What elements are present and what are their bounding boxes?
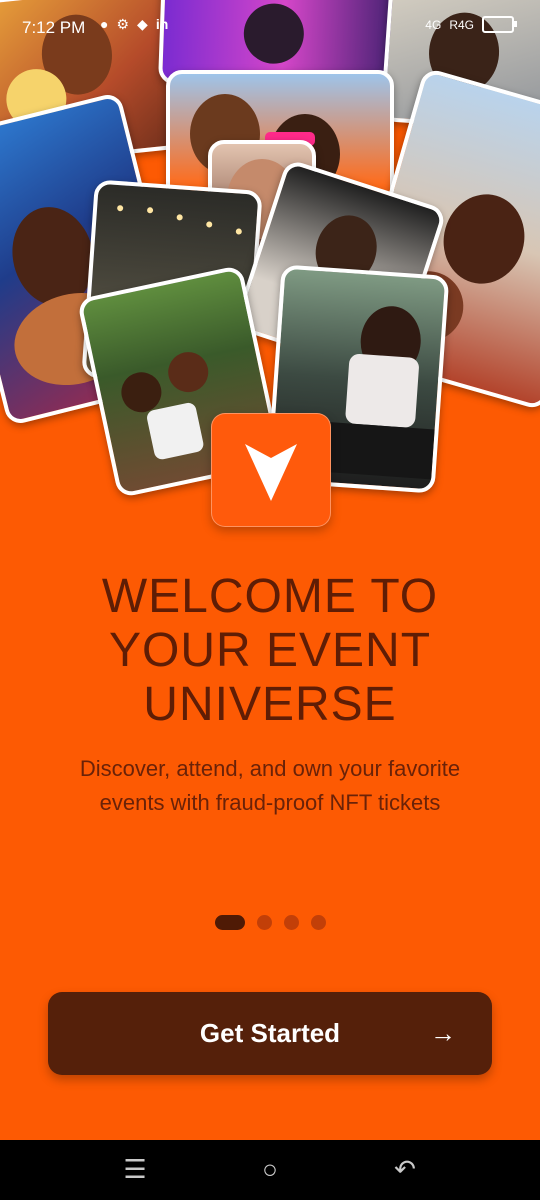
settings-icon: ⚙ bbox=[116, 16, 130, 32]
menu-icon[interactable]: ☰ bbox=[115, 1154, 155, 1185]
welcome-subtitle: Discover, attend, and own your favorite … bbox=[79, 756, 461, 815]
notification-icons: ● ⚙ ◆ in bbox=[100, 16, 168, 33]
system-status-icons: 4G R4G bbox=[425, 16, 517, 33]
title-line-1: WELCOME TO bbox=[101, 570, 439, 623]
back-icon[interactable]: ↶ bbox=[385, 1154, 425, 1185]
binance-icon: ◆ bbox=[137, 16, 148, 32]
system-navigation-bar: ☰ ○ ↶ bbox=[0, 1140, 540, 1200]
title-line-3: UNIVERSE bbox=[143, 678, 397, 731]
status-bar: 7:12 PM ● ⚙ ◆ in 4G R4G bbox=[0, 0, 540, 56]
page-dot[interactable] bbox=[283, 915, 299, 930]
page-dot[interactable] bbox=[256, 915, 272, 930]
person-icon: ● bbox=[100, 16, 109, 32]
page-dot-active[interactable] bbox=[214, 915, 245, 930]
get-started-label: Get Started bbox=[199, 1018, 341, 1048]
arrow-down-logo-icon bbox=[245, 444, 297, 501]
network-label: 4G bbox=[425, 17, 442, 32]
welcome-title: WELCOME TO YOUR EVENT UNIVERSE bbox=[30, 570, 510, 732]
get-started-button[interactable]: Get Started → bbox=[48, 992, 492, 1075]
battery-icon bbox=[482, 16, 517, 33]
status-time: 7:12 PM bbox=[22, 18, 86, 37]
home-icon[interactable]: ○ bbox=[250, 1154, 290, 1185]
signal-label: R4G bbox=[449, 17, 474, 32]
linkedin-icon: in bbox=[155, 16, 169, 32]
app-logo bbox=[211, 413, 331, 527]
page-dot[interactable] bbox=[310, 915, 326, 930]
onboarding-pagination bbox=[0, 915, 540, 930]
arrow-right-icon: → bbox=[430, 1018, 456, 1048]
title-line-2: YOUR EVENT bbox=[108, 624, 432, 677]
